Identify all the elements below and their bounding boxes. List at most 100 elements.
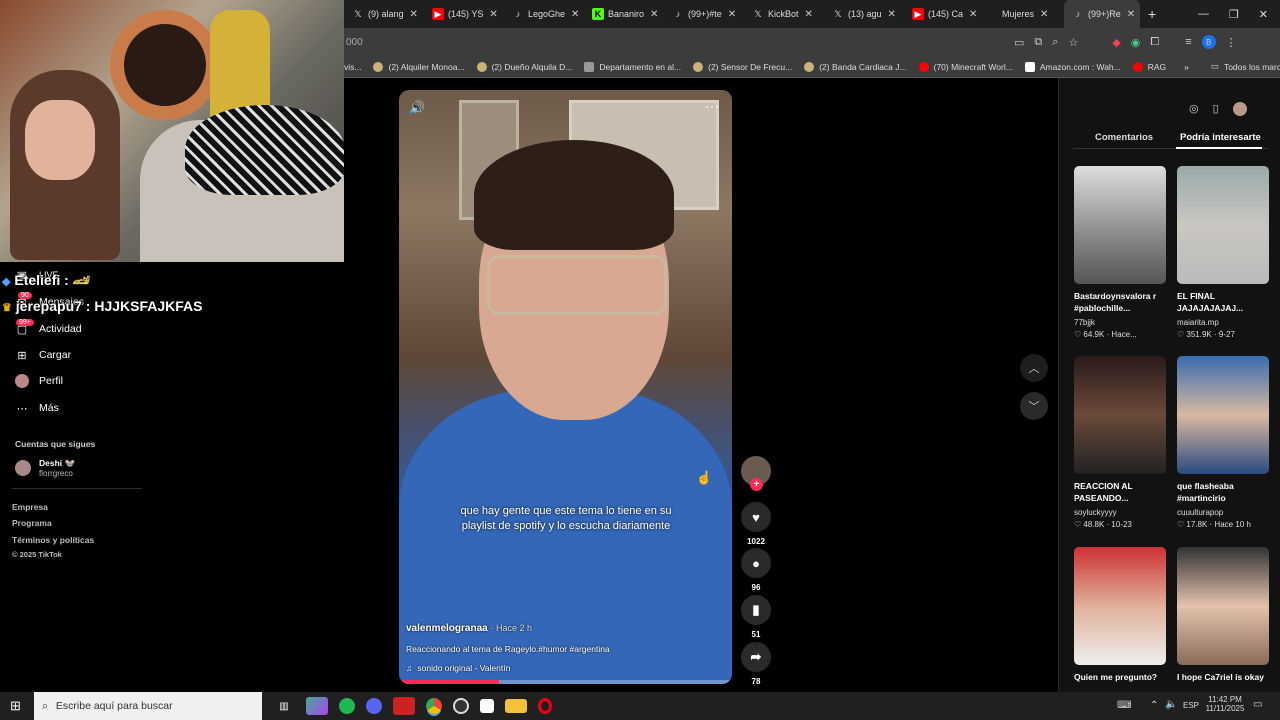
close-icon[interactable]: ✕ (805, 9, 813, 20)
bookmark[interactable]: vis... (344, 62, 361, 72)
close-icon[interactable]: ✕ (728, 9, 736, 20)
bookmark[interactable]: (2) Banda Cardiaca J... (804, 61, 907, 72)
author-name[interactable]: valenmelogranaa (406, 623, 488, 634)
youtube-icon (1132, 61, 1143, 72)
app-icon[interactable] (393, 697, 415, 715)
menu-icon[interactable]: ⋮ (1226, 36, 1237, 49)
bookmark[interactable]: RAG (1132, 61, 1166, 72)
maximize-icon[interactable]: ❐ (1229, 8, 1239, 21)
share-button[interactable]: ➦ 78 (741, 642, 771, 686)
browser-tab[interactable]: ♪ (99+)#te ✕ (664, 0, 744, 28)
copilot-icon[interactable] (306, 697, 328, 715)
notification-icon[interactable]: ▭ (1253, 699, 1262, 710)
bookmark[interactable]: (70) Minecraft Worl... (918, 61, 1013, 72)
progress-bar[interactable] (399, 680, 732, 684)
windows-start-icon[interactable]: ⊞ (10, 698, 21, 714)
all-bookmarks[interactable]: ▭Todos los marcadores (1211, 61, 1280, 72)
recommended-video-card[interactable]: EL FINAL JAJAJAJAJAJ... maiarita.mp ♡ 35… (1177, 166, 1269, 339)
browser-tab[interactable]: Mujeres ✕ (984, 0, 1064, 28)
phone-icon[interactable]: ▯ (1213, 102, 1219, 116)
minimize-icon[interactable]: — (1198, 8, 1209, 21)
recommended-video-card[interactable]: I hope Ca7riel is okay (1177, 547, 1269, 695)
follow-plus-icon[interactable]: + (750, 478, 763, 491)
close-icon[interactable]: ✕ (489, 9, 497, 20)
browser-tab-active[interactable]: ♪ (99+)Re ✕ (1064, 0, 1140, 28)
sidebar-item-profile[interactable]: Perfil (15, 374, 63, 388)
file-explorer-icon[interactable] (505, 699, 527, 713)
sidebar-item-upload[interactable]: ⊞ Cargar (15, 348, 71, 362)
recommended-video-card[interactable]: Bastardoynsvalora r #pablochille... 77bj… (1074, 166, 1166, 339)
profile-avatar[interactable]: B (1201, 35, 1216, 49)
person-hair (474, 140, 674, 250)
spotify-icon[interactable] (339, 698, 355, 714)
close-icon[interactable]: ✕ (1040, 9, 1048, 20)
discord-icon[interactable] (366, 698, 382, 714)
close-icon[interactable]: ✕ (1127, 9, 1135, 20)
close-icon[interactable]: ✕ (571, 9, 579, 20)
video-player[interactable]: 🔊 ⋯ que hay gente que este tema lo tiene… (399, 90, 732, 684)
task-view-icon[interactable]: ▥ (273, 697, 295, 715)
chevron-up-icon[interactable]: ⌃ (1150, 700, 1158, 711)
url-field[interactable]: 000 (344, 37, 1014, 48)
tab-might-interest[interactable]: Podría interesarte (1180, 132, 1261, 143)
new-tab-button[interactable]: + (1140, 0, 1164, 28)
close-icon[interactable]: ✕ (410, 9, 418, 20)
volume-icon[interactable]: 🔊 (409, 100, 425, 116)
footer-link-terms[interactable]: Términos y políticas (12, 535, 94, 545)
volume-icon[interactable]: 🔈 (1165, 699, 1177, 710)
following-account[interactable]: Deshi 🐭 florrgreco (15, 458, 75, 478)
more-bookmarks-icon[interactable]: » (1184, 62, 1189, 72)
capcut-icon[interactable] (480, 699, 494, 713)
close-icon[interactable]: ✕ (650, 9, 658, 20)
next-video-button[interactable]: ﹀ (1020, 392, 1048, 420)
recommended-video-card[interactable]: REACCION AL PASEANDO... soyluckyyyy ♡ 48… (1074, 356, 1166, 529)
compass-icon[interactable]: ◎ (1189, 102, 1199, 116)
browser-tab[interactable]: 𝕏 (13) agu ✕ (824, 0, 904, 28)
like-button[interactable]: ♥ 1022 (741, 502, 771, 546)
language-indicator[interactable]: ESP (1183, 701, 1199, 710)
activity-badge: 99+ (16, 319, 34, 326)
bookmark-star-icon[interactable]: ☆ (1068, 36, 1078, 49)
browser-tab[interactable]: 𝕏 KickBot ✕ (744, 0, 824, 28)
browser-tab[interactable]: ▶ (145) YS ✕ (424, 0, 504, 28)
zoom-icon[interactable]: ⌕ (1052, 36, 1058, 49)
clock[interactable]: 11:42 PM 11/11/2025 (1204, 695, 1246, 713)
taskbar-search[interactable]: ⌕ Escribe aquí para buscar (34, 692, 262, 720)
comment-button[interactable]: ● 96 (741, 548, 771, 592)
recommended-video-card[interactable]: que flasheaba #martincirio cuuulturapop … (1177, 356, 1269, 529)
bookmark[interactable]: Departamento en al... (584, 61, 681, 72)
browser-tab[interactable]: 𝕏 (9) alang ✕ (344, 0, 424, 28)
footer-link-programa[interactable]: Programa (12, 518, 52, 528)
chrome-icon[interactable] (426, 698, 442, 714)
bookmark[interactable]: Amazon.com : Wah... (1024, 61, 1121, 72)
media-icon[interactable]: ≡ (1185, 36, 1191, 48)
close-icon[interactable]: ✕ (969, 9, 977, 20)
translate-icon[interactable]: ⧉ (1034, 36, 1042, 49)
browser-tab[interactable]: ♪ LegoGhe ✕ (504, 0, 584, 28)
cast-icon[interactable]: ▭ (1014, 36, 1024, 49)
extension-icon[interactable]: ◆ (1112, 36, 1120, 49)
bookmark[interactable]: (2) Alquiler Monoa... (373, 61, 465, 72)
save-button[interactable]: ▮ 51 (741, 595, 771, 639)
keyboard-icon[interactable]: ⌨ (1117, 700, 1131, 711)
close-window-icon[interactable]: ✕ (1259, 8, 1268, 21)
browser-tab[interactable]: ▶ (145) Ca ✕ (904, 0, 984, 28)
recommended-video-card[interactable]: Quien me pregunto? (1074, 547, 1166, 695)
bookmark-icon: ▮ (741, 595, 771, 625)
previous-video-button[interactable]: ︿ (1020, 354, 1048, 382)
bookmark[interactable]: (2) Sensor De Frecu... (693, 61, 792, 72)
tab-comments[interactable]: Comentarios (1095, 132, 1153, 143)
sidebar-item-more[interactable]: ⋯ Más (15, 401, 59, 415)
avatar[interactable] (1232, 102, 1247, 116)
puzzle-icon[interactable]: ⧠ (1150, 36, 1159, 49)
opera-icon[interactable] (538, 698, 552, 714)
more-options-icon[interactable]: ⋯ (705, 98, 719, 115)
creator-avatar[interactable]: + (741, 456, 771, 491)
bookmark[interactable]: (2) Dueño Alquila D... (476, 61, 572, 72)
obs-icon[interactable] (453, 698, 469, 714)
close-icon[interactable]: ✕ (888, 9, 896, 20)
browser-tab[interactable]: K Bananiro ✕ (584, 0, 664, 28)
footer-link-empresa[interactable]: Empresa (12, 502, 48, 512)
video-sound[interactable]: ♫ sonido original - Valentín (406, 663, 510, 673)
extension-icon[interactable]: ◉ (1131, 36, 1141, 49)
